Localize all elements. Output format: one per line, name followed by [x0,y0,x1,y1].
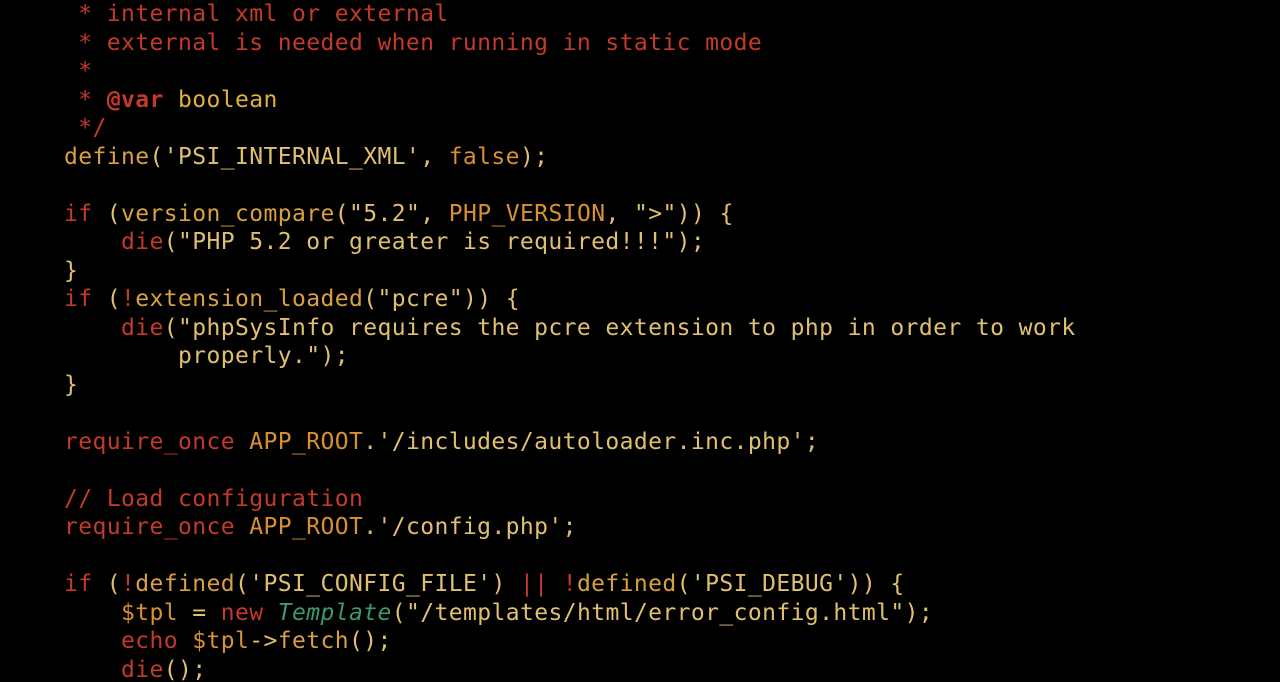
comment-line: * external is needed when running in sta… [64,30,762,56]
comment-line: * [64,87,107,113]
comment-line: * [64,58,93,84]
bool-literal: false [449,144,520,170]
phpdoc-tag: @var [107,87,164,113]
const-app-root: APP_ROOT [249,514,363,540]
kw-require-once: require_once [64,514,235,540]
const-app-root: APP_ROOT [249,429,363,455]
fn-define: define [64,144,149,170]
code-editor-content[interactable]: * internal xml or external * external is… [0,0,1280,682]
op-or: || [520,571,549,597]
op-not: ! [121,286,135,312]
comment-line: * internal xml or external [64,1,449,27]
const-php-version: PHP_VERSION [449,201,606,227]
fn-extension-loaded: extension_loaded [135,286,363,312]
fn-defined: defined [135,571,235,597]
kw-echo: echo [121,628,178,654]
op-not: ! [121,571,135,597]
comment-line: */ [64,115,107,141]
op-not: ! [563,571,577,597]
var-tpl: $tpl [121,600,178,626]
fn-defined: defined [577,571,677,597]
kw-if: if [64,201,93,227]
kw-if: if [64,286,93,312]
var-tpl: $tpl [192,628,249,654]
kw-if: if [64,571,93,597]
phpdoc-type: boolean [164,87,278,113]
kw-require-once: require_once [64,429,235,455]
comment-line: // Load configuration [64,486,363,512]
fn-fetch: fetch [278,628,349,654]
string-literal: 'PSI_INTERNAL_XML' [164,144,420,170]
class-template: Template [278,600,392,626]
fn-die: die [121,315,164,341]
kw-new: new [221,600,264,626]
fn-version-compare: version_compare [121,201,335,227]
fn-die: die [121,229,164,255]
fn-die: die [121,657,164,682]
